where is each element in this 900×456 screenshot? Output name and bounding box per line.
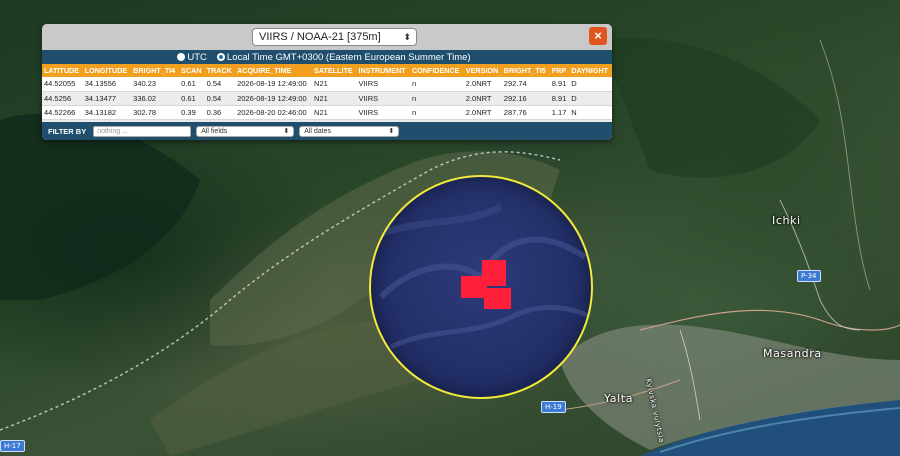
satellite-source-select[interactable]: VIIRS / NOAA-21 [375m] ⬍ [252, 28, 417, 46]
table-cell: 2.0NRT [463, 105, 502, 120]
close-icon: × [594, 28, 602, 43]
table-cell: VIIRS [356, 77, 410, 92]
table-cell: 336.02 [131, 91, 180, 106]
table-cell: N21 [312, 91, 357, 106]
column-header[interactable]: DAYNIGHT [569, 64, 612, 77]
field-filter-value: All fields [201, 127, 228, 135]
place-label-yalta: Yalta [604, 392, 634, 405]
chevron-updown-icon: ⬍ [283, 127, 290, 135]
table-cell: 2026-08-19 12:49:00 [235, 77, 313, 92]
table-cell: N [569, 105, 612, 120]
filter-bar: FILTER BY nothing ... All fields ⬍ All d… [42, 122, 612, 140]
table-cell: VIIRS [356, 105, 410, 120]
column-header[interactable]: LATITUDE [42, 64, 83, 77]
fire-detections-table: LATITUDE LONGITUDE BRIGHT_TI4 SCAN TRACK ACQU… [42, 64, 612, 120]
filter-input[interactable]: nothing ... [93, 125, 192, 137]
column-header[interactable]: BRIGHT_TI5 [502, 64, 550, 77]
filter-label: FILTER BY [48, 126, 87, 136]
date-filter-select[interactable]: All dates ⬍ [299, 125, 400, 137]
table-body: 44.52055 34.13556 340.23 0.61 0.54 2026-08-19… [42, 77, 612, 120]
table-cell: VIIRS [356, 91, 410, 106]
table-row[interactable]: 44.52055 34.13556 340.23 0.61 0.54 2026-08-19… [42, 77, 612, 92]
road-shield-h19: H-19 [541, 401, 566, 413]
close-button[interactable]: × [589, 27, 607, 45]
table-cell: 287.76 [501, 105, 550, 120]
local-time-radio-option[interactable]: Local Time GMT+0300 (Eastern European Su… [216, 51, 471, 63]
local-time-label: Local Time GMT+0300 (Eastern European Su… [226, 51, 471, 63]
fire-pixel[interactable] [484, 288, 511, 309]
utc-radio-option[interactable]: UTC [177, 52, 207, 63]
chevron-updown-icon: ⬍ [403, 32, 411, 42]
place-label-ichki: Ichki [772, 214, 801, 227]
fire-area-highlight-circle [369, 175, 593, 399]
date-filter-value: All dates [304, 127, 332, 135]
filter-placeholder: nothing ... [97, 127, 128, 135]
timezone-selector: UTC Local Time GMT+0300 (Eastern Europea… [42, 50, 612, 64]
column-header[interactable]: VERSION [464, 64, 502, 77]
column-header[interactable]: FRP [550, 64, 569, 77]
table-cell: N21 [312, 105, 357, 120]
table-cell: 2.0NRT [463, 77, 502, 92]
column-header[interactable]: TRACK [205, 64, 235, 77]
table-cell: 34.13477 [82, 91, 132, 106]
table-row[interactable]: 44.52266 34.13182 302.78 0.39 0.36 2026-08-20… [42, 105, 612, 120]
road-shield-h17: H-17 [0, 440, 25, 452]
table-cell: n [409, 91, 464, 106]
table-cell: 292.74 [501, 77, 550, 92]
table-cell: 0.54 [204, 91, 236, 106]
table-cell: D [569, 77, 612, 92]
table-cell: 2026-08-20 02:46:00 [235, 105, 313, 120]
table-cell: 0.39 [179, 105, 205, 120]
fire-data-popup: VIIRS / NOAA-21 [375m] ⬍ × UTC Local Tim… [42, 24, 612, 140]
table-cell: N21 [312, 77, 357, 92]
table-cell: 302.78 [131, 105, 180, 120]
table-cell: 340.23 [131, 77, 180, 92]
table-header-row: LATITUDE LONGITUDE BRIGHT_TI4 SCAN TRACK ACQU… [42, 64, 612, 77]
column-header[interactable]: CONFIDENCE [410, 64, 464, 77]
table-cell: 2026-08-19 12:49:00 [235, 91, 313, 106]
table-cell: 44.5256 [42, 91, 83, 106]
table-cell: 0.36 [204, 105, 236, 120]
table-cell: D [569, 91, 612, 106]
field-filter-select[interactable]: All fields ⬍ [196, 125, 295, 137]
table-cell: 34.13556 [82, 77, 132, 92]
utc-label: UTC [187, 51, 207, 63]
column-header[interactable]: SCAN [179, 64, 204, 77]
column-header[interactable]: INSTRUMENT [357, 64, 410, 77]
table-row[interactable]: 44.5256 34.13477 336.02 0.61 0.54 2026-08-19 … [42, 91, 612, 106]
table-cell: n [409, 77, 464, 92]
table-cell: 0.61 [179, 77, 205, 92]
road-shield-p34: P-34 [797, 270, 821, 282]
table-cell: 44.52266 [42, 105, 83, 120]
table-cell: 0.54 [204, 77, 236, 92]
table-cell: 0.61 [179, 91, 205, 106]
table-cell: 292.16 [501, 91, 550, 106]
column-header[interactable]: BRIGHT_TI4 [131, 64, 179, 77]
column-header[interactable]: LONGITUDE [83, 64, 131, 77]
local-time-radio[interactable] [216, 53, 225, 61]
table-cell: 44.52055 [42, 77, 83, 92]
table-cell: n [409, 105, 464, 120]
satellite-source-value: VIIRS / NOAA-21 [375m] [259, 31, 381, 43]
column-header[interactable]: SATELLITE [312, 64, 357, 77]
table-cell: 8.91 [549, 91, 570, 106]
column-header[interactable]: ACQUIRE_TIME [235, 64, 312, 77]
table-cell: 1.17 [549, 105, 570, 120]
utc-radio[interactable] [177, 53, 186, 61]
table-cell: 2.0NRT [463, 91, 502, 106]
table-cell: 8.91 [549, 77, 570, 92]
table-cell: 34.13182 [82, 105, 132, 120]
chevron-updown-icon: ⬍ [388, 127, 395, 135]
place-label-masandra: Masandra [763, 347, 822, 360]
popup-header: VIIRS / NOAA-21 [375m] ⬍ × [42, 24, 612, 50]
